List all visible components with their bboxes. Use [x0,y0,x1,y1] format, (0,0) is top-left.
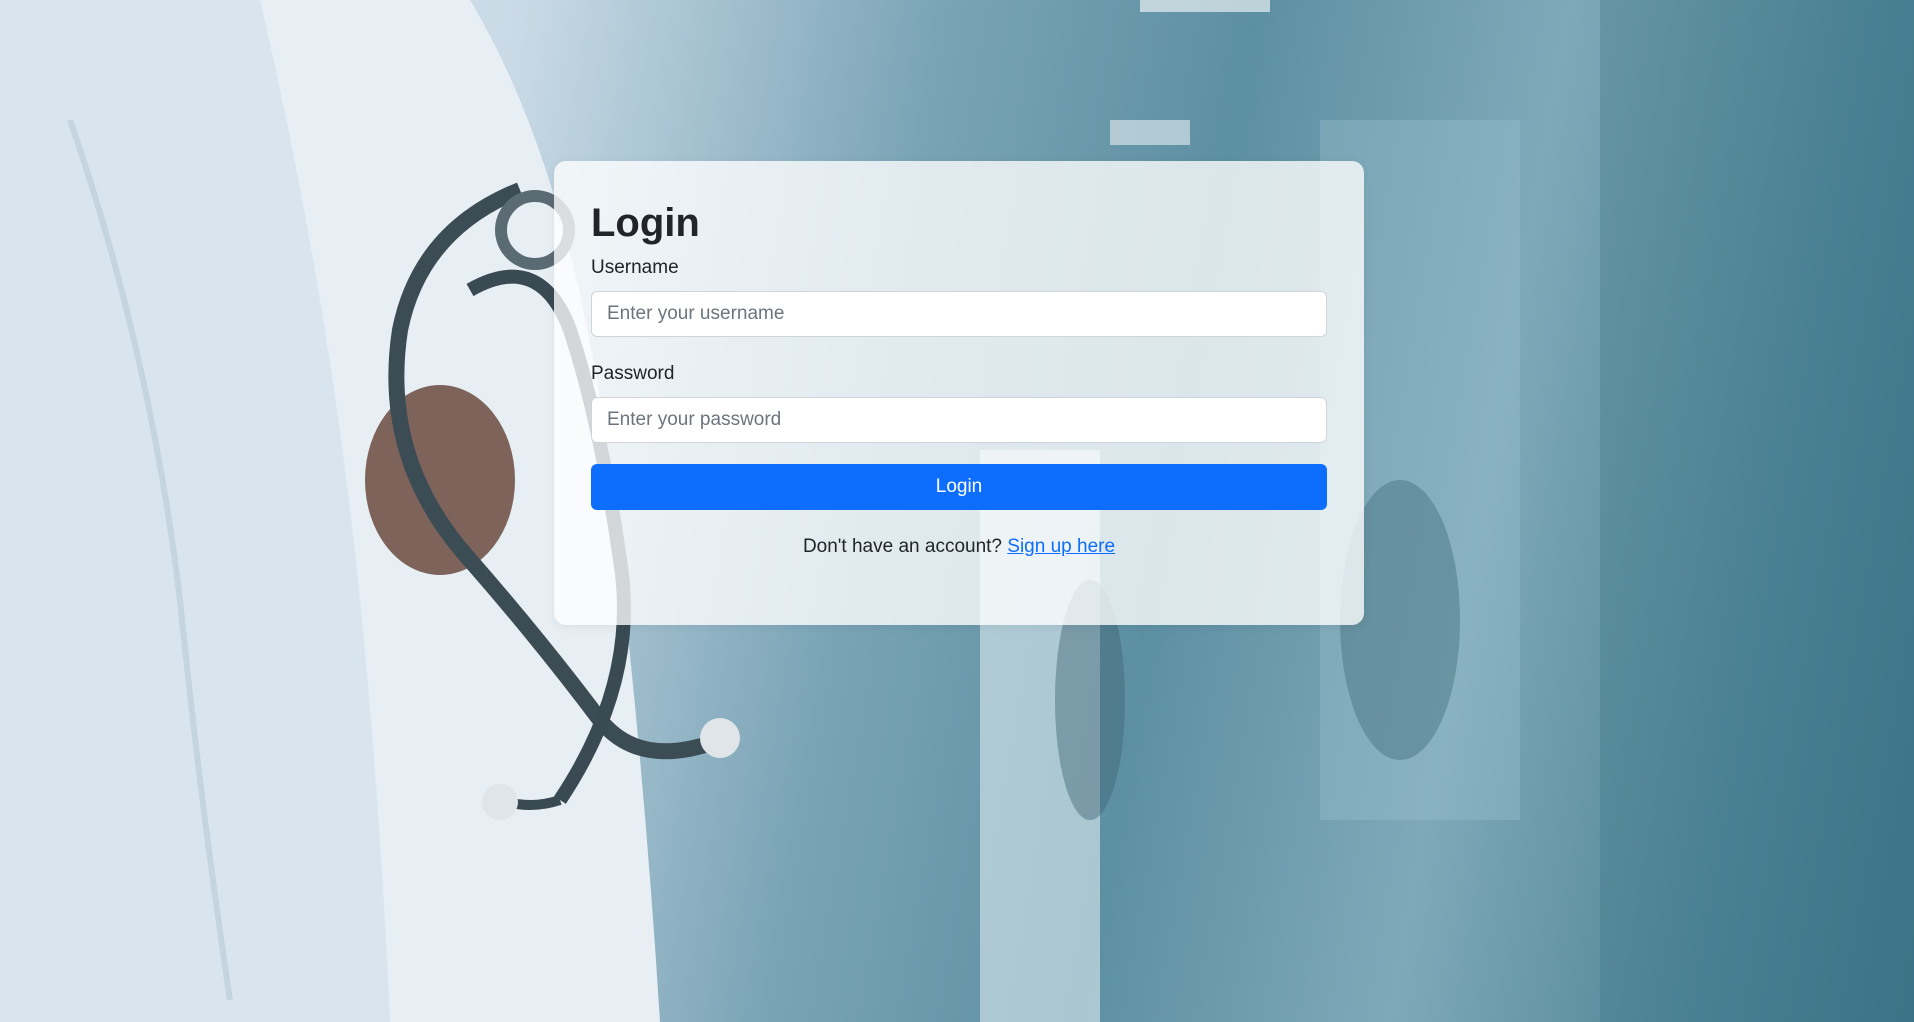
signup-link[interactable]: Sign up here [1007,536,1115,557]
login-card: Login Username Password Login Don't have… [554,161,1364,625]
username-label: Username [591,257,679,278]
password-group: Password [591,362,1327,443]
username-input[interactable] [591,291,1327,337]
login-button[interactable]: Login [591,464,1327,510]
password-input[interactable] [591,397,1327,443]
password-label: Password [591,363,675,384]
signup-prompt: Don't have an account? [802,536,1008,557]
username-group: Username [591,256,1327,337]
signup-row: Don't have an account? Sign up here [591,535,1327,559]
page-title: Login [591,201,700,245]
